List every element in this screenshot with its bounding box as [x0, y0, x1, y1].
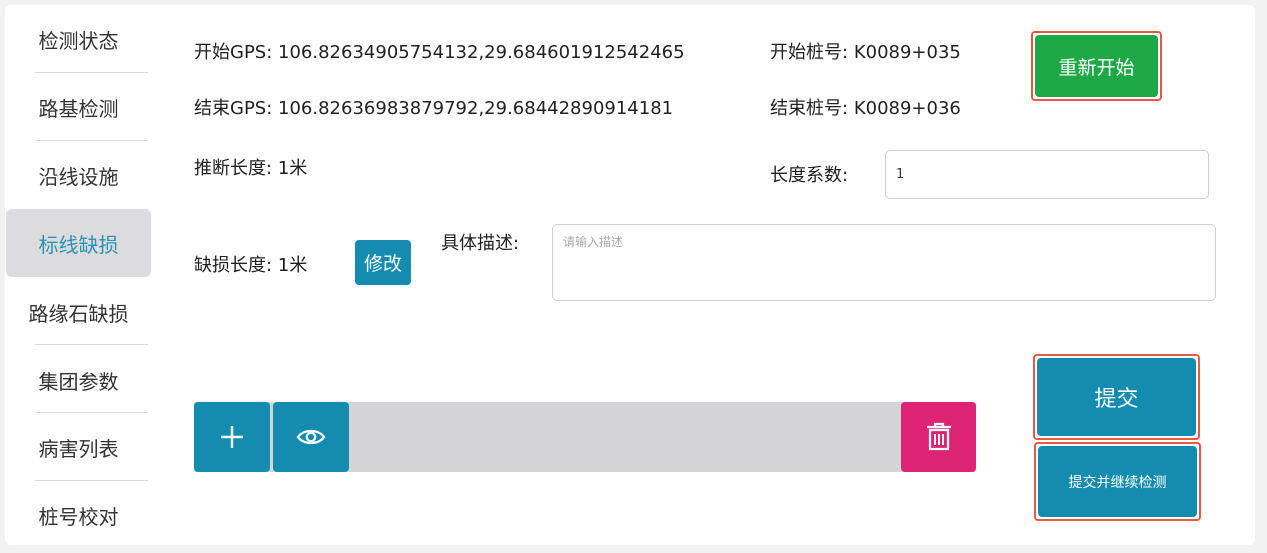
sidebar-divider: [35, 140, 148, 141]
sidebar-item-stake-check[interactable]: 桩号校对: [5, 482, 152, 548]
sidebar-divider: [35, 344, 148, 345]
plus-icon: [221, 426, 243, 448]
sidebar-item-label: 检测状态: [38, 28, 119, 53]
start-stake-value: K0089+035: [853, 42, 961, 63]
add-photo-button[interactable]: [194, 402, 270, 472]
sidebar-item-disease-list[interactable]: 病害列表: [5, 414, 152, 480]
end-gps-value: 106.82636983879792,29.68442890914181: [278, 98, 674, 119]
sidebar-divider: [35, 412, 148, 413]
start-gps-value: 106.82634905754132,29.684601912542465: [278, 42, 685, 63]
sidebar-item-roadside-facilities[interactable]: 沿线设施: [5, 142, 152, 208]
submit-button-label: 提交: [1094, 387, 1139, 412]
modify-button-label: 修改: [363, 253, 402, 275]
sidebar-item-group-params[interactable]: 集团参数: [5, 347, 152, 413]
sidebar-item-marking-defect[interactable]: 标线缺损: [6, 209, 151, 277]
sidebar-item-label: 病害列表: [38, 436, 119, 461]
submit-continue-button-label: 提交并继续检测: [1068, 474, 1167, 491]
sidebar-divider: [35, 480, 148, 481]
sidebar-item-label: 集团参数: [38, 369, 119, 394]
sidebar-item-subgrade-inspection[interactable]: 路基检测: [5, 74, 152, 140]
modify-button[interactable]: 修改: [355, 240, 411, 285]
length-coef-input[interactable]: [885, 150, 1209, 199]
sidebar-divider: [35, 72, 148, 73]
view-photo-button[interactable]: [273, 402, 349, 472]
app-window: 检测状态 路基检测 沿线设施 标线缺损 路缘石缺损 集团参数 病害列表 桩号校对: [5, 5, 1255, 545]
trash-icon: [926, 422, 951, 451]
sidebar-item-label: 标线缺损: [38, 232, 119, 257]
submit-continue-button[interactable]: 提交并继续检测: [1038, 446, 1197, 517]
end-gps-row: 结束GPS: 106.82636983879792,29.68442890914…: [194, 96, 673, 122]
inferred-length-row: 推断长度: 1米: [194, 156, 307, 182]
eye-icon: [296, 429, 326, 445]
sidebar-item-label: 路基检测: [38, 96, 119, 121]
defect-length-row: 缺损长度: 1米: [194, 253, 307, 279]
sidebar-item-curb-defect[interactable]: 路缘石缺损: [5, 279, 152, 345]
sidebar-item-label: 路缘石缺损: [28, 301, 129, 326]
sidebar-item-label: 桩号校对: [38, 504, 119, 529]
end-stake-value: K0089+036: [853, 98, 961, 119]
start-gps-label: 开始GPS:: [194, 42, 273, 63]
description-textarea[interactable]: [552, 224, 1216, 301]
start-gps-row: 开始GPS: 106.82634905754132,29.68460191254…: [194, 40, 685, 66]
length-coef-label: 长度系数:: [770, 165, 849, 186]
end-stake-row: 结束桩号: K0089+036: [770, 96, 961, 122]
defect-length-label: 缺损长度:: [194, 255, 273, 276]
description-label: 具体描述:: [441, 233, 520, 254]
sidebar: 检测状态 路基检测 沿线设施 标线缺损 路缘石缺损 集团参数 病害列表 桩号校对: [5, 5, 152, 545]
inferred-length-label: 推断长度:: [194, 158, 273, 179]
submit-button[interactable]: 提交: [1037, 358, 1196, 436]
sidebar-item-label: 沿线设施: [38, 164, 119, 189]
defect-length-value: 1米: [277, 255, 308, 276]
start-stake-label: 开始桩号:: [770, 42, 849, 63]
inferred-length-value: 1米: [277, 158, 308, 179]
restart-button-label: 重新开始: [1058, 56, 1135, 79]
delete-photo-button[interactable]: [901, 402, 976, 472]
end-stake-label: 结束桩号:: [770, 98, 849, 119]
start-stake-row: 开始桩号: K0089+035: [770, 40, 961, 66]
restart-button[interactable]: 重新开始: [1035, 35, 1158, 97]
end-gps-label: 结束GPS:: [194, 98, 273, 119]
sidebar-item-inspection-status[interactable]: 检测状态: [5, 6, 152, 72]
